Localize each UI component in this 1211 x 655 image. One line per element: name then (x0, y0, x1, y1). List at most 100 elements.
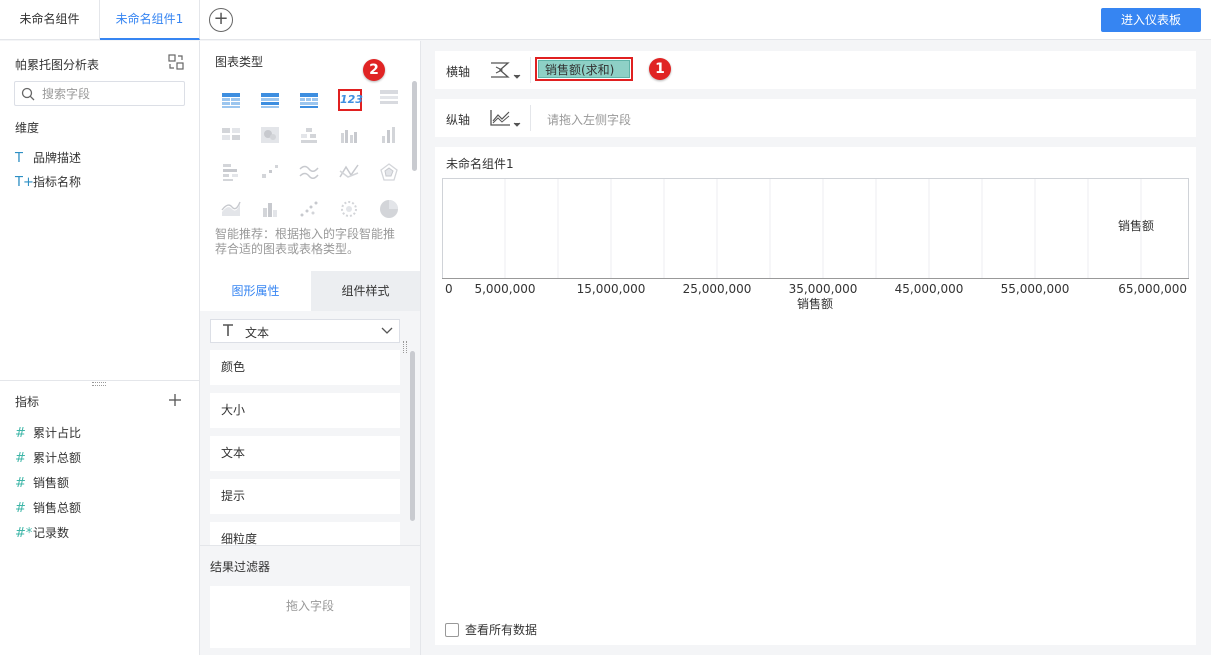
property-scrollbar[interactable] (410, 351, 415, 521)
component-title: 未命名组件1 (446, 157, 514, 171)
dimension-field-brand[interactable]: T 品牌描述 (15, 149, 81, 169)
text-type-icon: T+ (15, 175, 34, 190)
show-all-data-checkbox[interactable]: 查看所有数据 (445, 621, 537, 638)
y-axis-drop-placeholder[interactable]: 请拖入左侧字段 (547, 111, 631, 128)
result-filter-section: 结果过滤器 拖入字段 (200, 545, 420, 655)
stacked-column-icon[interactable] (259, 198, 281, 220)
top-tab-bar: 未命名组件 未命名组件1 + 进入仪表板 (0, 0, 1211, 40)
smart-recommend-hint: 智能推荐：根据拖入的字段智能推荐合适的图表或表格类型。 (215, 227, 396, 256)
chart-type-label: 图表类型 (215, 55, 264, 69)
text-type-icon (223, 324, 233, 336)
number-type-icon: # (15, 501, 26, 516)
number-type-icon: # (15, 426, 26, 441)
panel-splitter[interactable] (0, 380, 200, 381)
add-measure-icon[interactable] (168, 393, 182, 407)
grouped-bar-icon[interactable] (338, 124, 360, 146)
prop-tooltip[interactable]: 提示 (210, 479, 400, 514)
result-filter-label: 结果过滤器 (210, 560, 271, 574)
measure-field-sales-total[interactable]: # 销售总额 (15, 499, 81, 519)
dimension-section-label: 维度 (15, 121, 40, 135)
cross-table-icon[interactable] (259, 89, 281, 111)
y-axis-row: 纵轴 请拖入左侧字段 (435, 99, 1196, 137)
graphic-properties-body: 文本 颜色 大小 文本 提示 细粒度 (200, 311, 420, 545)
chevron-down-icon (381, 327, 393, 334)
mark-type-select[interactable]: 文本 (210, 319, 400, 343)
axis-separator (530, 105, 531, 131)
x-tick-label: 45,000,000 (895, 282, 964, 296)
dot-chart-icon[interactable] (298, 198, 320, 220)
measure-field-cumulative-ratio[interactable]: # 累计占比 (15, 424, 81, 444)
stacked-bar-icon[interactable] (298, 124, 320, 146)
radar-chart-icon[interactable] (378, 161, 400, 183)
pie-chart-icon[interactable] (378, 198, 400, 220)
axis-separator (530, 57, 531, 83)
tab-unnamed-component[interactable]: 未命名组件 (0, 0, 100, 40)
detail-table-icon[interactable] (298, 89, 320, 111)
chart-type-section: 图表类型 123 2 智能推荐：根据拖入的字段智能推荐合适的图表或表格类型。 (200, 41, 420, 271)
scatter-icon[interactable] (259, 161, 281, 183)
tab-graphic-properties[interactable]: 图形属性 (200, 271, 311, 311)
text-table-icon[interactable] (378, 87, 400, 109)
drag-handle-icon[interactable] (403, 341, 407, 353)
search-input[interactable] (42, 85, 182, 103)
x-tick-label: 5,000,000 (474, 282, 535, 296)
axis-chart-type-icon[interactable] (488, 107, 524, 129)
search-icon (21, 87, 35, 101)
prop-text[interactable]: 文本 (210, 436, 400, 471)
x-tick-label: 15,000,000 (577, 282, 646, 296)
x-axis-row: 横轴 销售额(求和) 1 (435, 51, 1196, 89)
radar-line-icon[interactable] (338, 161, 360, 183)
x-axis-label: 横轴 (446, 65, 471, 79)
heat-map-icon[interactable] (259, 124, 281, 146)
area-chart-icon[interactable] (220, 198, 242, 220)
x-tick-label: 55,000,000 (1001, 282, 1070, 296)
checkbox-box[interactable] (445, 623, 459, 637)
chart-type-scrollbar[interactable] (412, 81, 417, 171)
field-search (14, 81, 185, 106)
grid-map-icon[interactable] (220, 124, 242, 146)
kpi-chart: 0 5,000,000 15,000,000 25,000,000 35,000,000… (442, 178, 1189, 311)
line-chart-icon[interactable] (298, 161, 320, 183)
prop-size[interactable]: 大小 (210, 393, 400, 428)
table-name: 帕累托图分析表 (15, 58, 100, 72)
step-badge-2: 2 (363, 59, 385, 81)
bar-chart-icon[interactable] (220, 161, 242, 183)
number-type-icon: # (15, 451, 26, 466)
chart-config-panel: 图表类型 123 2 智能推荐：根据拖入的字段智能推荐合适的图表或表格类型。 图… (200, 41, 421, 655)
prop-granularity[interactable]: 细粒度 (210, 522, 400, 545)
tab-component-style[interactable]: 组件样式 (311, 271, 420, 311)
step-badge-1: 1 (649, 58, 671, 80)
x-axis-title: 销售额 (797, 296, 833, 311)
x-tick-label: 35,000,000 (789, 282, 858, 296)
plot-area (442, 178, 1189, 279)
add-tab-button[interactable]: + (209, 8, 233, 32)
x-tick-label: 0 (445, 282, 453, 296)
switch-table-icon[interactable] (168, 54, 184, 70)
resize-grip-icon[interactable] (92, 382, 106, 386)
property-tabs: 图形属性 组件样式 (200, 271, 420, 311)
kpi-number-icon[interactable]: 123 (338, 89, 363, 111)
x-tick-label: 25,000,000 (683, 282, 752, 296)
table-chart-icon[interactable] (220, 89, 242, 111)
filter-drop-zone[interactable]: 拖入字段 (210, 586, 410, 648)
x-tick-label: 65,000,000 (1118, 282, 1187, 296)
number-type-icon: # (15, 476, 26, 491)
measure-field-cumulative-total[interactable]: # 累计总额 (15, 449, 81, 469)
y-axis-label: 纵轴 (446, 113, 471, 127)
enter-dashboard-button[interactable]: 进入仪表板 (1101, 8, 1201, 32)
dimension-field-indicator-name[interactable]: T+指标名称 (15, 173, 81, 193)
axis-sort-icon[interactable] (488, 59, 524, 81)
series-label: 销售额 (1118, 218, 1154, 233)
field-panel: 帕累托图分析表 维度 T品牌描述 T+指标名称 指标 #累计占比 #累计总额 #… (0, 41, 200, 655)
column-chart-icon[interactable] (378, 124, 400, 146)
measure-field-record-count[interactable]: #*记录数 (15, 524, 69, 544)
number-type-icon: #* (15, 526, 33, 541)
chart-canvas: 未命名组件1 0 5,000,000 15,000,000 25,000,000 35,… (435, 147, 1196, 645)
text-type-icon: T (15, 151, 23, 166)
measure-section-label: 指标 (15, 395, 40, 409)
measure-field-sales[interactable]: # 销售额 (15, 474, 69, 494)
prop-color[interactable]: 颜色 (210, 350, 400, 385)
tab-unnamed-component-1[interactable]: 未命名组件1 (100, 0, 200, 40)
bubble-chart-icon[interactable] (338, 198, 360, 220)
x-axis-field-pill[interactable]: 销售额(求和) (535, 57, 633, 81)
